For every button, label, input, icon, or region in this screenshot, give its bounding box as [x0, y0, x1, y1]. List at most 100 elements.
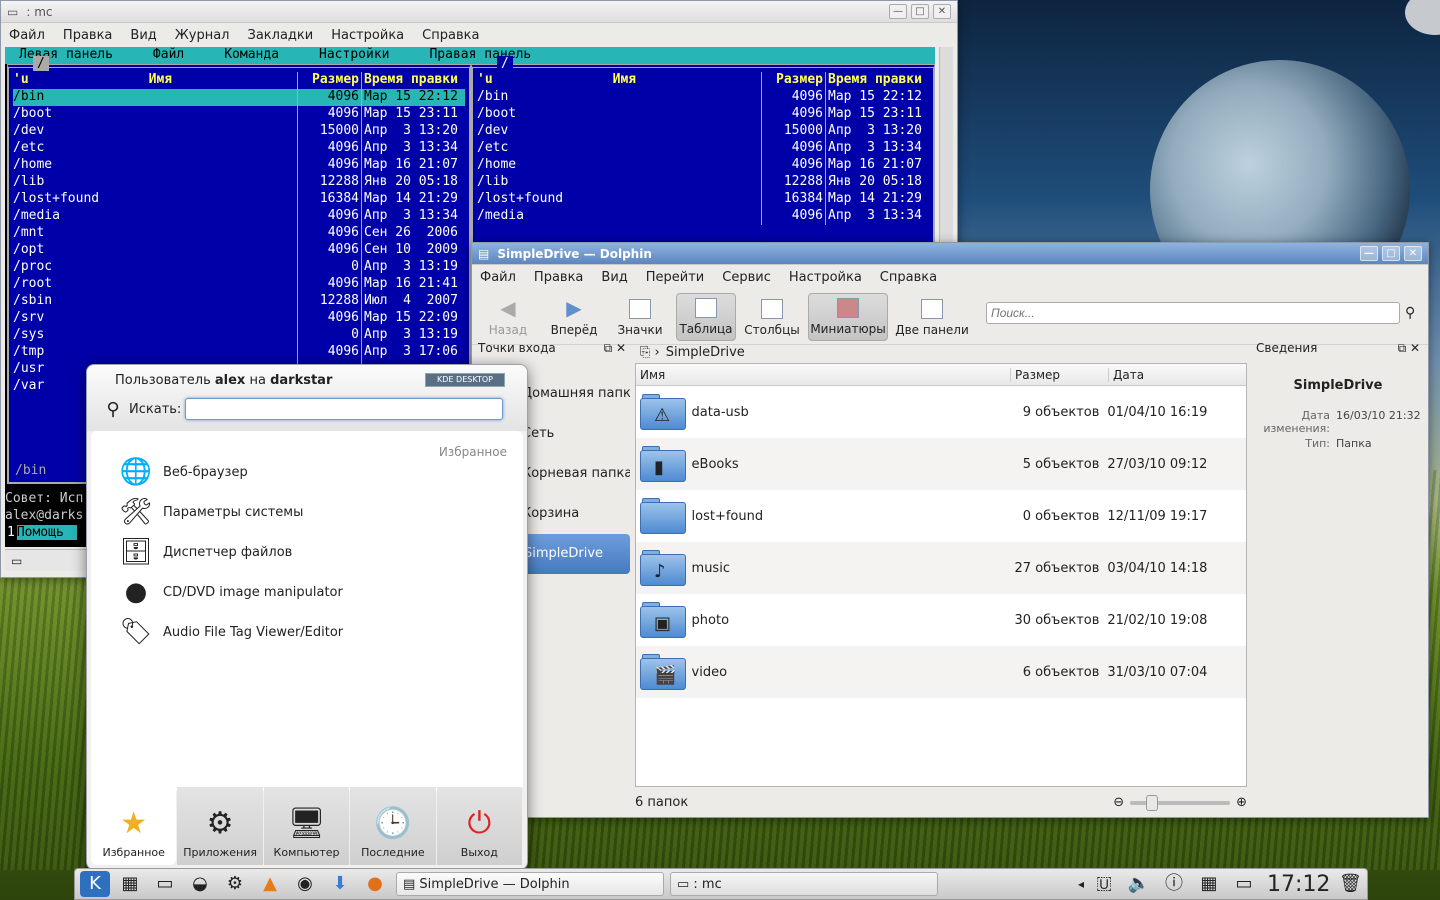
- menu-settings[interactable]: Настройка: [329, 26, 406, 45]
- mc-file-row[interactable]: /dev 15000 Апр 3 13:20: [13, 123, 465, 140]
- mc-file-row[interactable]: /lib 12288 Янв 20 05:18: [477, 174, 929, 191]
- task-dolphin[interactable]: ▤ SimpleDrive — Dolphin: [396, 872, 664, 896]
- settings-launcher-icon[interactable]: ⚙: [220, 871, 250, 897]
- icons-view-button[interactable]: Значки: [610, 293, 670, 341]
- tray-arrow-icon[interactable]: ◂: [1078, 877, 1084, 891]
- launcher-tab[interactable]: 🖥 Компьютер: [263, 787, 350, 865]
- minimize-button[interactable]: —: [889, 4, 907, 19]
- dock-close-icon[interactable]: ⧉ ✕: [604, 341, 626, 356]
- mc-file-row[interactable]: /home 4096 Мар 16 21:07: [477, 157, 929, 174]
- mc-file-row[interactable]: /proc 0 Апр 3 13:19: [13, 259, 465, 276]
- mc-file-row[interactable]: /sbin 12288 Июл 4 2007: [13, 293, 465, 310]
- menu-edit[interactable]: Правка: [61, 26, 114, 45]
- back-button[interactable]: ◀ Назад: [478, 293, 538, 341]
- clock[interactable]: 17:12: [1267, 872, 1330, 897]
- menu-edit[interactable]: Правка: [532, 268, 585, 287]
- minimize-button[interactable]: —: [1360, 246, 1378, 261]
- mc-file-row[interactable]: /mnt 4096 Сен 26 2006: [13, 225, 465, 242]
- pager-icon[interactable]: ▦: [1194, 871, 1224, 897]
- launcher-tab[interactable]: ⚙ Приложения: [177, 787, 263, 865]
- zoom-out-icon[interactable]: ⊖: [1113, 795, 1124, 810]
- trash-icon[interactable]: 🗑: [1335, 871, 1365, 897]
- forward-button[interactable]: ▶ Вперёд: [544, 293, 604, 341]
- split-view-button[interactable]: Две панели: [894, 293, 970, 341]
- mc-file-row[interactable]: /opt 4096 Сен 10 2009: [13, 242, 465, 259]
- mc-file-row[interactable]: /srv 4096 Мар 15 22:09: [13, 310, 465, 327]
- menu-bookmarks[interactable]: Закладки: [246, 26, 316, 45]
- fkey-help-button[interactable]: Помощь: [16, 525, 77, 540]
- menu-help[interactable]: Справка: [878, 268, 939, 287]
- mc-menu-file[interactable]: Файл: [153, 47, 184, 64]
- menu-view[interactable]: Вид: [599, 268, 629, 287]
- mc-file-row[interactable]: /lib 12288 Янв 20 05:18: [13, 174, 465, 191]
- launcher-tab[interactable]: ⏻ Выход: [436, 787, 523, 865]
- file-row[interactable]: ▣ photo 30 объектов 21/02/10 19:08: [636, 594, 1246, 646]
- volume-icon[interactable]: 🔈: [1124, 871, 1154, 897]
- search-input[interactable]: [986, 302, 1400, 324]
- mc-file-row[interactable]: /lost+found 16384 Мар 14 21:29: [13, 191, 465, 208]
- vlc-icon[interactable]: ▲: [255, 871, 285, 897]
- menu-tools[interactable]: Сервис: [720, 268, 773, 287]
- terminal-launcher-icon[interactable]: ▭: [150, 871, 180, 897]
- favorite-item[interactable]: 🗄 Диспетчер файлов: [119, 535, 292, 569]
- kde-menu-icon[interactable]: K: [80, 871, 110, 897]
- keyboard-layout-icon[interactable]: 🇺: [1089, 871, 1119, 897]
- download-icon[interactable]: ⬇: [325, 871, 355, 897]
- menu-history[interactable]: Журнал: [173, 26, 232, 45]
- file-row[interactable]: ▮ eBooks 5 объектов 27/03/10 09:12: [636, 438, 1246, 490]
- mc-file-row[interactable]: /media 4096 Апр 3 13:34: [477, 208, 929, 225]
- mc-file-row[interactable]: /etc 4096 Апр 3 13:34: [477, 140, 929, 157]
- mc-file-row[interactable]: /media 4096 Апр 3 13:34: [13, 208, 465, 225]
- menu-settings[interactable]: Настройка: [787, 268, 864, 287]
- menu-file[interactable]: Файл: [478, 268, 518, 287]
- mc-file-row[interactable]: /etc 4096 Апр 3 13:34: [13, 140, 465, 157]
- mc-file-row[interactable]: /boot 4096 Мар 15 23:11: [477, 106, 929, 123]
- launcher-tab[interactable]: ★ Избранное: [91, 787, 177, 865]
- info-icon[interactable]: ⓘ: [1159, 871, 1189, 897]
- header-date[interactable]: Дата: [1108, 367, 1246, 382]
- favorite-item[interactable]: 🌐 Веб-браузер: [119, 455, 248, 489]
- details-view-button[interactable]: Таблица: [676, 292, 736, 341]
- mc-menu-right-panel[interactable]: Правая панель: [429, 47, 531, 64]
- mc-file-row[interactable]: /boot 4096 Мар 15 23:11: [13, 106, 465, 123]
- menu-go[interactable]: Перейти: [644, 268, 707, 287]
- mc-menu-options[interactable]: Настройки: [319, 47, 389, 64]
- favorite-item[interactable]: 🛠 Параметры системы: [119, 495, 303, 529]
- mc-file-row[interactable]: /root 4096 Мар 16 21:41: [13, 276, 465, 293]
- dolphin-titlebar[interactable]: ▤ SimpleDrive — Dolphin — □ ✕: [472, 243, 1428, 265]
- mc-file-row[interactable]: /lost+found 16384 Мар 14 21:29: [477, 191, 929, 208]
- tux-icon[interactable]: ◒: [185, 871, 215, 897]
- favorite-item[interactable]: 🏷 Audio File Tag Viewer/Editor: [119, 615, 343, 649]
- header-name[interactable]: Имя: [636, 368, 1010, 382]
- menu-file[interactable]: Файл: [7, 26, 47, 45]
- firefox-icon[interactable]: ●: [360, 871, 390, 897]
- header-size[interactable]: Размер: [1010, 367, 1108, 382]
- preview-button[interactable]: Миниатюры: [808, 292, 888, 341]
- media-launcher-icon[interactable]: ◉: [290, 871, 320, 897]
- navigator-icon[interactable]: ⎘ ›: [640, 345, 660, 360]
- dock-close-icon[interactable]: ⧉ ✕: [1398, 341, 1420, 356]
- show-desktop-icon[interactable]: ▭: [1229, 871, 1259, 897]
- zoom-control[interactable]: ⊖ ⊕: [1113, 794, 1247, 811]
- maximize-button[interactable]: □: [911, 4, 929, 19]
- terminal-tab-icon[interactable]: ▭: [11, 554, 22, 568]
- shell-prompt[interactable]: alex@darks: [5, 508, 83, 523]
- close-button[interactable]: ✕: [933, 4, 951, 19]
- mc-file-row[interactable]: /sys 0 Апр 3 13:19: [13, 327, 465, 344]
- close-button[interactable]: ✕: [1404, 246, 1422, 261]
- launcher-search-input[interactable]: [185, 398, 504, 420]
- package-manager-icon[interactable]: ▦: [115, 871, 145, 897]
- mc-menu-command[interactable]: Команда: [224, 47, 279, 64]
- columns-view-button[interactable]: Столбцы: [742, 293, 802, 341]
- file-row[interactable]: ♪ music 27 объектов 03/04/10 14:18: [636, 542, 1246, 594]
- favorite-item[interactable]: ● CD/DVD image manipulator: [119, 575, 343, 609]
- mc-file-row[interactable]: /dev 15000 Апр 3 13:20: [477, 123, 929, 140]
- maximize-button[interactable]: □: [1382, 246, 1400, 261]
- zoom-in-icon[interactable]: ⊕: [1236, 795, 1247, 810]
- search-icon[interactable]: ⚲: [1405, 305, 1415, 321]
- menu-help[interactable]: Справка: [420, 26, 481, 45]
- breadcrumb[interactable]: ⎘ › SimpleDrive: [636, 341, 1246, 363]
- zoom-slider-handle[interactable]: [1146, 794, 1159, 811]
- launcher-tab[interactable]: 🕒 Последние: [350, 787, 436, 865]
- mc-file-row[interactable]: /home 4096 Мар 16 21:07: [13, 157, 465, 174]
